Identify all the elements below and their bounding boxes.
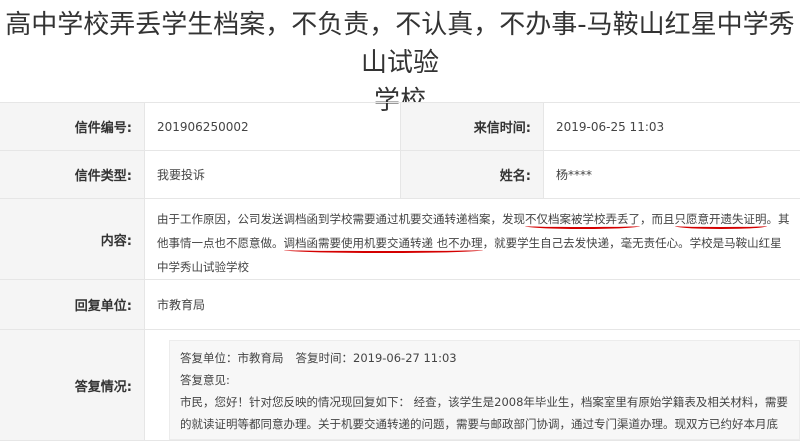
reply-opinion-label: 答复意见: [180,373,230,387]
table-row-reply: 答复情况: 答复单位：市教育局 答复时间：2019-06-27 11:03 答复意… [0,330,800,441]
letter-no-label: 信件编号: [0,103,145,150]
date-value: 2019-06-25 11:03 [556,119,665,134]
page-title-line1: 高中学校弄丢学生档案，不负责，不认真，不办事-马鞍山红星中学秀山试验 [5,10,795,78]
table-row-type: 信件类型: 我要投诉 姓名: 杨**** [0,151,800,199]
reply-meta: 答复单位：市教育局 答复时间：2019-06-27 11:03 [180,347,789,369]
table-row-content: 内容: 由于工作原因，公司发送调档函到学校需要通过机要交通转递档案，发现不仅档案… [0,199,800,280]
date-label: 来信时间: [401,103,544,150]
reply-unit: 答复单位：市教育局 [180,351,284,365]
reply-label: 答复情况: [0,330,145,440]
content-text-part1: 由于工作原因，公司发送调档函到学校需要通过机要交通转递档案，发现 [157,212,525,226]
table-row-letter-no: 信件编号: 201906250002 来信时间: 2019-06-25 11:0… [0,103,800,151]
content-value: 由于工作原因，公司发送调档函到学校需要通过机要交通转递档案，发现不仅档案被学校弄… [145,199,800,279]
letter-no-value: 201906250002 [145,103,401,150]
unit-label: 回复单位: [0,280,145,329]
unit-value: 市教育局 [157,298,206,312]
name-value: 杨**** [556,168,593,182]
reply-time: 答复时间：2019-06-27 11:03 [295,351,457,365]
content-highlight-2: 只愿意开遗失证明 [674,212,767,229]
name-label: 姓名: [401,151,544,198]
red-underline-3 [283,247,483,253]
letter-detail-table: 信件编号: 201906250002 来信时间: 2019-06-25 11:0… [0,102,800,441]
type-label: 信件类型: [0,151,145,198]
content-text-part2: ，而且 [640,212,675,226]
content-label: 内容: [0,199,145,279]
type-value: 我要投诉 [145,151,401,198]
content-highlight-1: 不仅档案被学校弄丢了 [525,212,640,229]
red-underline-2 [674,223,767,229]
reply-box: 答复单位：市教育局 答复时间：2019-06-27 11:03 答复意见: 市民，… [169,340,800,440]
content-highlight-3: 调档函需要使用机要交通转递 也不办理 [283,236,483,253]
reply-body: 市民，您好！针对您反映的情况现回复如下： 经查，该学生是2008年毕业生，档案室… [180,395,788,431]
red-underline-1 [525,223,640,229]
table-row-unit: 回复单位: 市教育局 [0,280,800,330]
reply-value: 答复单位：市教育局 答复时间：2019-06-27 11:03 答复意见: 市民，… [145,330,800,440]
